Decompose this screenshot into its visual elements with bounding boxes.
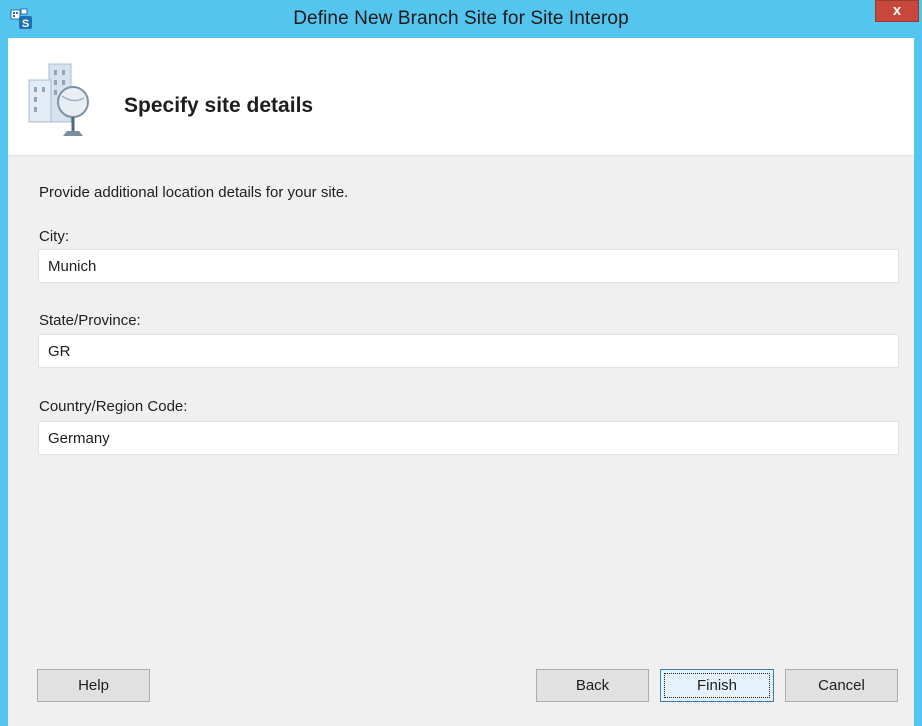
close-button[interactable]: x <box>875 0 919 22</box>
page-description: Provide additional location details for … <box>39 184 349 201</box>
state-province-input[interactable] <box>38 334 899 368</box>
country-region-code-label: Country/Region Code: <box>39 398 188 415</box>
dialog-window: S Define New Branch Site for Site Intero… <box>0 0 922 726</box>
close-icon: x <box>892 2 902 19</box>
wizard-header: Specify site details <box>8 38 914 156</box>
city-input[interactable] <box>38 249 899 283</box>
page-title: Specify site details <box>124 94 314 117</box>
focus-indicator <box>664 673 770 698</box>
title-bar[interactable]: S Define New Branch Site for Site Intero… <box>0 0 922 38</box>
branch-site-building-icon <box>28 63 89 136</box>
finish-button[interactable]: Finish <box>660 669 774 702</box>
state-province-label: State/Province: <box>39 312 141 329</box>
window-title: Define New Branch Site for Site Interop <box>293 8 629 29</box>
country-region-code-input[interactable] <box>38 421 899 455</box>
back-button[interactable]: Back <box>536 669 649 702</box>
dialog-client-area: Specify site details Provide additional … <box>8 38 914 726</box>
city-label: City: <box>39 228 69 245</box>
cancel-button[interactable]: Cancel <box>785 669 898 702</box>
help-button[interactable]: Help <box>37 669 150 702</box>
